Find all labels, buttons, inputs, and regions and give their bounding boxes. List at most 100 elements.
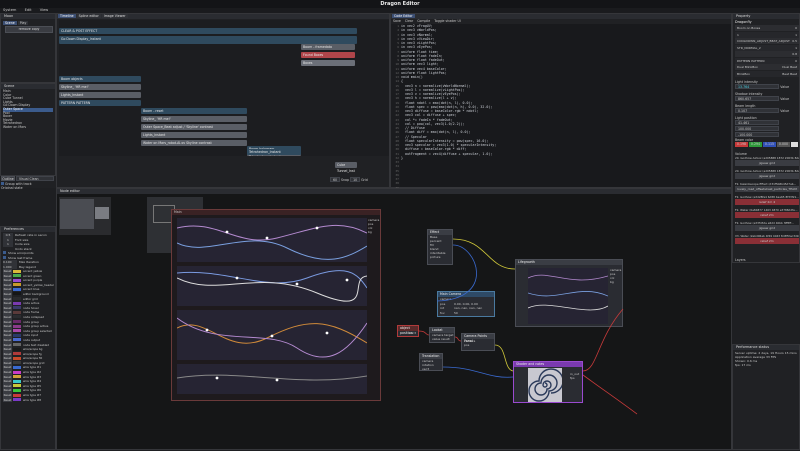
toggle-shader-ui-button[interactable]: Toggle shader UI xyxy=(434,19,460,23)
property-row[interactable]: Boom on Boxes 0 xyxy=(735,25,799,31)
color-swatch[interactable] xyxy=(13,315,21,319)
property-row[interactable]: PATTERN PATTERN 0 xyxy=(735,57,799,64)
light-position-y[interactable]: 100.000 xyxy=(735,126,779,131)
remove-copy-button[interactable]: remove copy xyxy=(5,26,53,33)
timeline-clip[interactable]: Boxes xyxy=(301,60,355,66)
volume-button[interactable]: relief 2m 4 xyxy=(735,199,799,205)
visual-clean-field[interactable]: Visual Clean xyxy=(16,176,54,181)
property-row[interactable]: STR_NORMAL_2 1 xyxy=(735,44,799,51)
color-swatch[interactable] xyxy=(13,329,21,333)
color-swatch[interactable] xyxy=(13,301,21,305)
color-swatch[interactable] xyxy=(13,375,21,379)
timeline-clip[interactable]: Skyline_ 'HR me!' xyxy=(141,116,247,122)
beam-color-r[interactable]: 0.198 xyxy=(735,142,748,147)
scene-item[interactable]: Water on Mars xyxy=(3,125,53,130)
volume-button[interactable]: relief 2m xyxy=(735,238,799,244)
color-swatch[interactable] xyxy=(13,356,21,360)
color-swatch[interactable] xyxy=(13,320,21,324)
tab-scene[interactable]: Scene xyxy=(3,21,17,25)
color-swatch[interactable] xyxy=(13,388,21,392)
snap-field[interactable]: 60 xyxy=(330,177,340,182)
beam-length-group: Beam length 0.107 Value xyxy=(735,104,799,113)
timeline-clip[interactable]: Boom - reset xyxy=(141,108,247,114)
color-swatch[interactable] xyxy=(13,393,21,397)
color-swatch[interactable] xyxy=(13,324,21,328)
property-row[interactable]: 11 xyxy=(735,31,799,38)
compile-button[interactable]: Compile xyxy=(417,19,430,23)
color-swatch[interactable] xyxy=(13,278,21,282)
code-line[interactable]: } xyxy=(401,156,731,160)
menu-edit[interactable]: Edit xyxy=(25,8,32,12)
color-swatch[interactable] xyxy=(13,297,21,301)
save-button[interactable]: Save xyxy=(393,19,401,23)
clear-button[interactable]: Clear xyxy=(405,19,413,23)
reset-button[interactable]: Reset xyxy=(3,397,12,403)
color-swatch[interactable] xyxy=(13,306,21,310)
shadow-intensity-field[interactable]: 860.657 xyxy=(735,96,779,101)
tab-timeline[interactable]: Timeline xyxy=(58,14,76,18)
timeline-clip[interactable]: Boom - framedata xyxy=(301,44,355,50)
beam-color-b[interactable]: 0.115 xyxy=(763,142,776,147)
color-swatch[interactable] xyxy=(13,365,21,369)
tab-code-editor[interactable]: Code Editor xyxy=(392,14,415,18)
property-row-label: Boom on Boxes xyxy=(737,26,761,30)
tab-image-viewer[interactable]: Image Viewer xyxy=(101,14,128,18)
tab-spline-editor[interactable]: Spline editor xyxy=(76,14,101,18)
code-text[interactable]: in vec2 vFragUV; in vec3 vWorldPos; in vec… xyxy=(401,24,731,187)
color-swatch[interactable] xyxy=(13,379,21,383)
color-swatch[interactable] xyxy=(13,333,21,337)
outline-button[interactable]: Outline xyxy=(1,176,15,181)
property-row[interactable]: COOLDOWN_ADJUST_BEAT_ADJUST 0.5 xyxy=(735,38,799,44)
light-position-x[interactable]: 41.461 xyxy=(735,120,779,125)
beam-color-a[interactable]: 0.000 xyxy=(777,142,790,147)
menu-view[interactable]: View xyxy=(40,8,49,12)
color-swatch[interactable] xyxy=(13,398,21,402)
property-row-value: 0 xyxy=(795,26,797,30)
timeline-clip[interactable]: PATTERN PATTERN xyxy=(59,100,141,106)
timeline-clip[interactable]: Lights_Instant xyxy=(141,132,247,138)
property-row[interactable]: BlinkBox Beat Beat xyxy=(735,70,799,77)
property-row[interactable]: Dual BlinkBox Dual Beat xyxy=(735,64,799,70)
light-position-z[interactable]: -100.000 xyxy=(735,132,779,137)
timeline-clip[interactable]: Found Boxes xyxy=(301,52,355,58)
menu-system[interactable]: System xyxy=(3,8,16,12)
color-swatch[interactable] xyxy=(13,343,21,346)
timeline-clip[interactable]: Tetrahedron_Instant xyxy=(247,149,301,155)
color-swatch[interactable] xyxy=(13,292,21,296)
color-swatch[interactable] xyxy=(13,269,21,273)
timeline-clip[interactable]: Water on Mars_robot-AI.ov Skyline contra… xyxy=(141,140,247,146)
volume-button[interactable]: jigsaw grid xyxy=(735,225,799,231)
volume-button[interactable]: jigsaw grid xyxy=(735,173,799,179)
color-swatch[interactable] xyxy=(13,361,21,365)
timeline-clip[interactable]: CLEAR & POST EFFECT xyxy=(59,28,357,34)
color-swatch[interactable] xyxy=(13,347,21,351)
beam-color-swatch[interactable] xyxy=(791,142,798,147)
volume-button[interactable]: jigsaw grid xyxy=(735,160,799,166)
property-row[interactable]: 0.8 xyxy=(735,51,799,57)
volume-button[interactable]: relief 2m xyxy=(735,212,799,218)
color-swatch[interactable] xyxy=(13,384,21,388)
timeline-clip[interactable]: Boom objects xyxy=(59,76,141,82)
beam-color-g[interactable]: 0.294 xyxy=(749,142,762,147)
timeline-clip[interactable]: Cube Tunnel_Inst xyxy=(335,162,357,173)
beam-length-field[interactable]: 0.107 xyxy=(735,108,779,113)
color-swatch[interactable] xyxy=(13,370,21,374)
timeline-clip[interactable]: Go Down Display_Instant xyxy=(59,36,357,44)
timeline-clip[interactable]: Skyline_ 'HR me!' xyxy=(59,84,141,90)
volume-button[interactable]: lovely_road_offsetsCast_particles_TEAM xyxy=(735,186,799,192)
pref-value[interactable]: 1 xyxy=(3,242,13,247)
code-editor-panel: Code Editor Save Clear Compile Toggle sh… xyxy=(390,13,732,194)
color-swatch[interactable] xyxy=(13,287,21,291)
timeline-clip[interactable]: Lights_Instant xyxy=(59,92,141,98)
color-swatch[interactable] xyxy=(13,338,21,342)
tab-play[interactable]: Play xyxy=(17,21,29,25)
color-swatch[interactable] xyxy=(13,274,21,278)
color-swatch[interactable] xyxy=(13,352,21,356)
color-swatch[interactable] xyxy=(13,283,21,287)
timeline-track-area[interactable]: CLEAR & POST EFFECT Go Down Display_Inst… xyxy=(59,20,389,156)
grid-field[interactable]: 10 xyxy=(350,177,361,182)
timeline-clip[interactable]: Outer Space_Beat adjust / 'Skyline' cont… xyxy=(141,124,247,130)
code-area[interactable]: 1 2 3 4 5 6 7 8 9 10 11 12 13 14 15 16 17 18 19 20 21 22 23 24 2… xyxy=(391,24,731,194)
light-intensity-field[interactable]: 13.764 xyxy=(735,84,779,89)
color-swatch[interactable] xyxy=(13,310,21,314)
